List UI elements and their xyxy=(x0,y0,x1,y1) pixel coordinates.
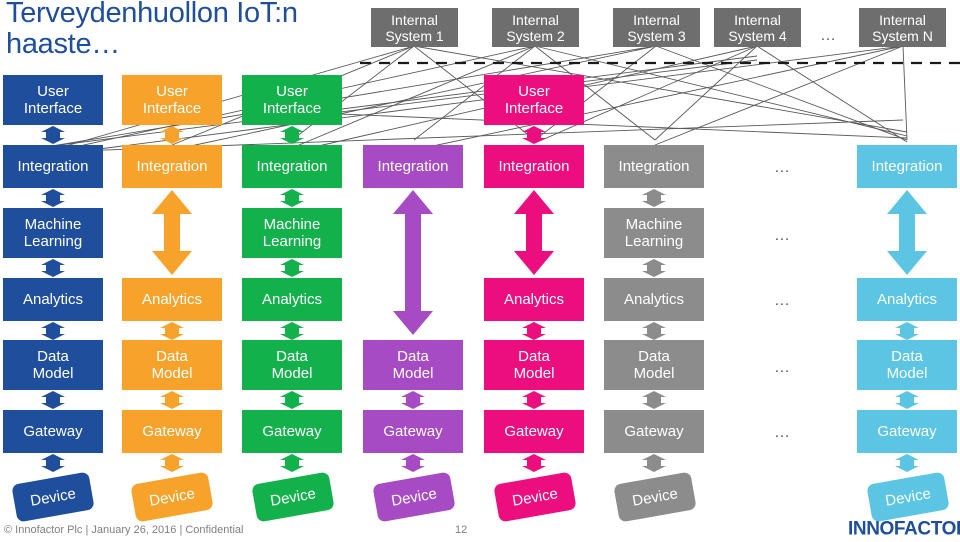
bidirectional-arrow-icon xyxy=(280,391,304,409)
bidirectional-arrow-icon xyxy=(895,322,919,340)
layer-box-user-interface[interactable]: User Interface xyxy=(3,75,103,125)
layer-box-data-model[interactable]: Data Model xyxy=(857,340,957,390)
internal-systems-ellipsis: … xyxy=(820,27,836,44)
layer-box-gateway[interactable]: Gateway xyxy=(363,410,463,453)
bidirectional-arrow-icon xyxy=(160,322,184,340)
layer-box-integration[interactable]: Integration xyxy=(242,145,342,188)
bidirectional-arrow-icon xyxy=(895,391,919,409)
long-bidirectional-arrow-icon xyxy=(887,190,927,275)
bidirectional-arrow-icon xyxy=(642,189,666,207)
layer-box-data-model[interactable]: Data Model xyxy=(604,340,704,390)
bidirectional-arrow-icon xyxy=(41,322,65,340)
bidirectional-arrow-icon xyxy=(401,391,425,409)
layer-box-integration[interactable]: Integration xyxy=(3,145,103,188)
bidirectional-arrow-icon xyxy=(642,454,666,472)
bidirectional-arrow-icon xyxy=(41,391,65,409)
internal-system-box[interactable]: Internal System 4 xyxy=(714,8,801,47)
row-ellipsis-data-model: … xyxy=(774,359,790,376)
layer-box-analytics[interactable]: Analytics xyxy=(484,278,584,321)
bidirectional-arrow-icon xyxy=(401,454,425,472)
layer-box-machine-learning[interactable]: Machine Learning xyxy=(604,208,704,258)
row-ellipsis-gateway: … xyxy=(774,424,790,441)
bidirectional-arrow-icon xyxy=(41,189,65,207)
layer-box-integration[interactable]: Integration xyxy=(857,145,957,188)
internal-system-box[interactable]: Internal System 3 xyxy=(613,8,700,47)
row-ellipsis-machine-learning: … xyxy=(774,227,790,244)
bidirectional-arrow-icon xyxy=(160,126,184,144)
bidirectional-arrow-icon xyxy=(41,126,65,144)
bidirectional-arrow-icon xyxy=(280,454,304,472)
layer-box-analytics[interactable]: Analytics xyxy=(604,278,704,321)
layer-box-machine-learning[interactable]: Machine Learning xyxy=(242,208,342,258)
internal-system-box[interactable]: Internal System 1 xyxy=(371,8,458,47)
layer-box-user-interface[interactable]: User Interface xyxy=(122,75,222,125)
bidirectional-arrow-icon xyxy=(522,391,546,409)
layer-box-gateway[interactable]: Gateway xyxy=(3,410,103,453)
layer-box-gateway[interactable]: Gateway xyxy=(242,410,342,453)
layer-box-integration[interactable]: Integration xyxy=(122,145,222,188)
internal-system-box[interactable]: Internal System 2 xyxy=(492,8,579,47)
layer-box-gateway[interactable]: Gateway xyxy=(484,410,584,453)
layer-box-data-model[interactable]: Data Model xyxy=(3,340,103,390)
layer-box-analytics[interactable]: Analytics xyxy=(122,278,222,321)
bidirectional-arrow-icon xyxy=(642,259,666,277)
bidirectional-arrow-icon xyxy=(280,189,304,207)
row-ellipsis-integration: … xyxy=(774,159,790,176)
row-ellipsis-analytics: … xyxy=(774,292,790,309)
bidirectional-arrow-icon xyxy=(160,454,184,472)
layer-box-gateway[interactable]: Gateway xyxy=(122,410,222,453)
long-bidirectional-arrow-icon xyxy=(393,190,433,335)
layer-box-analytics[interactable]: Analytics xyxy=(857,278,957,321)
layer-box-analytics[interactable]: Analytics xyxy=(3,278,103,321)
layer-box-gateway[interactable]: Gateway xyxy=(604,410,704,453)
bidirectional-arrow-icon xyxy=(280,126,304,144)
long-bidirectional-arrow-icon xyxy=(514,190,554,275)
innofactor-logo: INNOFACTOR® xyxy=(848,514,960,539)
layer-box-analytics[interactable]: Analytics xyxy=(242,278,342,321)
bidirectional-arrow-icon xyxy=(41,259,65,277)
bidirectional-arrow-icon xyxy=(522,322,546,340)
bidirectional-arrow-icon xyxy=(41,454,65,472)
bidirectional-arrow-icon xyxy=(895,454,919,472)
layer-box-user-interface[interactable]: User Interface xyxy=(484,75,584,125)
layer-box-data-model[interactable]: Data Model xyxy=(122,340,222,390)
layer-box-data-model[interactable]: Data Model xyxy=(363,340,463,390)
layer-box-data-model[interactable]: Data Model xyxy=(484,340,584,390)
bidirectional-arrow-icon xyxy=(642,391,666,409)
page-number: 12 xyxy=(455,524,468,536)
layer-box-data-model[interactable]: Data Model xyxy=(242,340,342,390)
layer-box-user-interface[interactable]: User Interface xyxy=(242,75,342,125)
layer-box-gateway[interactable]: Gateway xyxy=(857,410,957,453)
bidirectional-arrow-icon xyxy=(280,322,304,340)
bidirectional-arrow-icon xyxy=(160,391,184,409)
layer-box-integration[interactable]: Integration xyxy=(484,145,584,188)
internal-system-box[interactable]: Internal System N xyxy=(859,8,946,47)
slide-canvas: Terveydenhuollon IoT:n haaste… Internal … xyxy=(0,0,960,542)
layer-box-integration[interactable]: Integration xyxy=(604,145,704,188)
bidirectional-arrow-icon xyxy=(642,322,666,340)
footer-copyright: © Innofactor Plc | January 26, 2016 | Co… xyxy=(4,524,244,536)
layer-box-machine-learning[interactable]: Machine Learning xyxy=(3,208,103,258)
layer-box-integration[interactable]: Integration xyxy=(363,145,463,188)
bidirectional-arrow-icon xyxy=(522,454,546,472)
bidirectional-arrow-icon xyxy=(522,126,546,144)
innofactor-logo-text: INNOFACTOR xyxy=(848,518,960,540)
long-bidirectional-arrow-icon xyxy=(152,190,192,275)
bidirectional-arrow-icon xyxy=(280,259,304,277)
